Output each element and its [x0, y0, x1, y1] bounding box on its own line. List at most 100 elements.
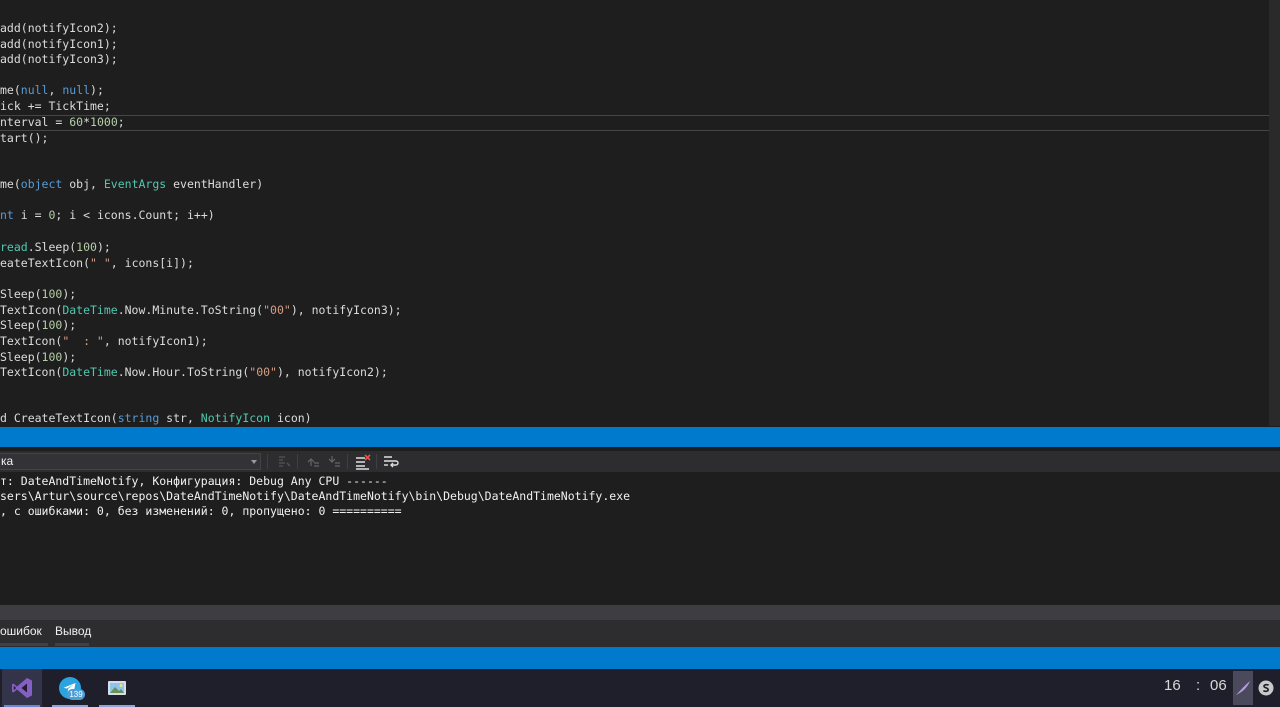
code-line: ick += TickTime; — [0, 98, 111, 114]
toolbar-separator — [347, 454, 348, 469]
output-source-value: ка — [1, 454, 14, 468]
code-token: str, — [159, 411, 201, 425]
code-token: ; — [117, 115, 125, 129]
taskbar: 139 16 : 06 — [0, 669, 1280, 707]
code-line: nt i = 0; i < icons.Count; i++) — [0, 207, 215, 223]
code-token: " " — [90, 256, 111, 270]
code-token: ); — [62, 287, 77, 301]
code-token: , icons[i]); — [110, 256, 194, 270]
code-token: i = — [13, 208, 49, 222]
code-line: TextIcon(DateTime.Now.Hour.ToString("00"… — [0, 364, 388, 380]
code-token: me( — [0, 177, 21, 191]
taskbar-app-visual-studio[interactable] — [2, 669, 42, 707]
code-token: add(notifyIcon1); — [0, 37, 118, 51]
output-panel-title-bar[interactable] — [0, 427, 1280, 447]
output-horizontal-scrollbar[interactable] — [0, 605, 1280, 620]
skype-icon[interactable] — [1258, 680, 1274, 696]
word-wrap-icon[interactable] — [383, 454, 399, 470]
tray-app-pen[interactable] — [1233, 671, 1253, 705]
output-toolbar: ка — [0, 451, 1280, 472]
clear-all-icon[interactable] — [355, 454, 371, 470]
code-token: 100 — [41, 318, 63, 332]
find-in-code-icon[interactable] — [276, 454, 292, 470]
code-token: .Sleep( — [27, 240, 77, 254]
code-token: icon) — [270, 411, 312, 425]
code-line: nterval = 60*1000; — [0, 114, 125, 130]
code-token: add(notifyIcon2); — [0, 21, 118, 35]
tab-underline — [55, 643, 89, 646]
code-token: ); — [62, 318, 77, 332]
code-token: TextIcon( — [0, 334, 63, 348]
output-line: т: DateAndTimeNotify, Конфигурация: Debu… — [0, 474, 388, 488]
code-token: 100 — [41, 287, 63, 301]
code-editor[interactable]: add(notifyIcon2); add(notifyIcon1); add(… — [0, 0, 1280, 426]
taskbar-app-telegram[interactable]: 139 — [50, 669, 90, 707]
tab-underline — [0, 643, 48, 646]
taskbar-app-image-viewer[interactable] — [97, 669, 137, 707]
code-token: me( — [0, 83, 21, 97]
code-token: add(notifyIcon3); — [0, 52, 118, 66]
output-line: , с ошибками: 0, без изменений: 0, пропу… — [0, 504, 402, 518]
code-token: 60 — [69, 115, 84, 129]
previous-message-icon[interactable] — [305, 454, 321, 470]
code-line: read.Sleep(100); — [0, 239, 111, 255]
code-token: eateTextIcon( — [0, 256, 91, 270]
code-line: Sleep(100); — [0, 317, 76, 333]
code-token: NotifyIcon — [200, 411, 271, 425]
chevron-down-icon — [251, 460, 257, 464]
notification-badge: 139 — [67, 689, 85, 700]
tab-error-list[interactable]: ошибок — [0, 620, 48, 646]
visual-studio-icon — [12, 678, 32, 698]
output-line: sers\Artur\source\repos\DateAndTimeNotif… — [0, 489, 631, 503]
code-line: me(object obj, EventArgs eventHandler) — [0, 176, 263, 192]
code-token: Sleep( — [0, 318, 42, 332]
code-token: eventHandler) — [166, 177, 264, 191]
code-token: ); — [90, 83, 104, 97]
code-line: d CreateTextIcon(string str, NotifyIcon … — [0, 410, 312, 426]
code-line: TextIcon(DateTime.Now.Minute.ToString("0… — [0, 302, 402, 318]
code-token: tart(); — [0, 131, 49, 145]
next-message-icon[interactable] — [326, 454, 342, 470]
output-panel: ка т: DateAndTimeNotify, Конфигурация: D… — [0, 447, 1280, 605]
tray-clock-separator[interactable]: : — [1196, 677, 1200, 694]
code-token: TextIcon( — [0, 365, 63, 379]
code-token: " : " — [62, 334, 104, 348]
code-token: string — [117, 411, 160, 425]
toolbar-separator — [297, 454, 298, 469]
code-line: add(notifyIcon1); — [0, 36, 118, 52]
quill-icon — [1236, 681, 1250, 695]
output-text-area[interactable]: т: DateAndTimeNotify, Конфигурация: Debu… — [0, 474, 1270, 602]
toolbar-separator — [376, 454, 377, 469]
code-line: add(notifyIcon3); — [0, 51, 118, 67]
code-token: , — [48, 83, 63, 97]
code-token: obj, — [62, 177, 104, 191]
image-viewer-icon — [108, 681, 126, 695]
tray-clock-minutes[interactable]: 06 — [1210, 677, 1227, 694]
code-token: read — [0, 240, 28, 254]
tab-output[interactable]: Вывод — [55, 620, 92, 646]
tab-label: ошибок — [0, 624, 42, 638]
code-token: 100 — [41, 350, 63, 364]
code-token: ick += TickTime; — [0, 99, 111, 113]
code-token: null — [20, 83, 49, 97]
code-token: ), notifyIcon3); — [290, 303, 402, 317]
code-token: .Now.Hour.ToString( — [117, 365, 250, 379]
code-token: object — [20, 177, 63, 191]
code-token: ); — [96, 240, 111, 254]
code-token: 100 — [76, 240, 97, 254]
code-token: DateTime — [62, 303, 118, 317]
code-token: , notifyIcon1); — [103, 334, 208, 348]
code-token: d CreateTextIcon( — [0, 411, 118, 425]
editor-vertical-scrollbar[interactable] — [1269, 0, 1280, 426]
code-token: .Now.Minute.ToString( — [117, 303, 264, 317]
code-line: me(null, null); — [0, 82, 104, 98]
code-token: Sleep( — [0, 287, 42, 301]
tray-clock-hours[interactable]: 16 — [1164, 677, 1181, 694]
output-source-dropdown[interactable]: ка — [0, 453, 261, 470]
code-line: eateTextIcon(" ", icons[i]); — [0, 255, 194, 271]
status-bar — [0, 647, 1280, 669]
tab-label: Вывод — [55, 624, 92, 638]
code-line: TextIcon(" : ", notifyIcon1); — [0, 333, 208, 349]
toolbar-separator — [267, 454, 268, 469]
code-token: ; i < icons.Count; i++) — [55, 208, 215, 222]
